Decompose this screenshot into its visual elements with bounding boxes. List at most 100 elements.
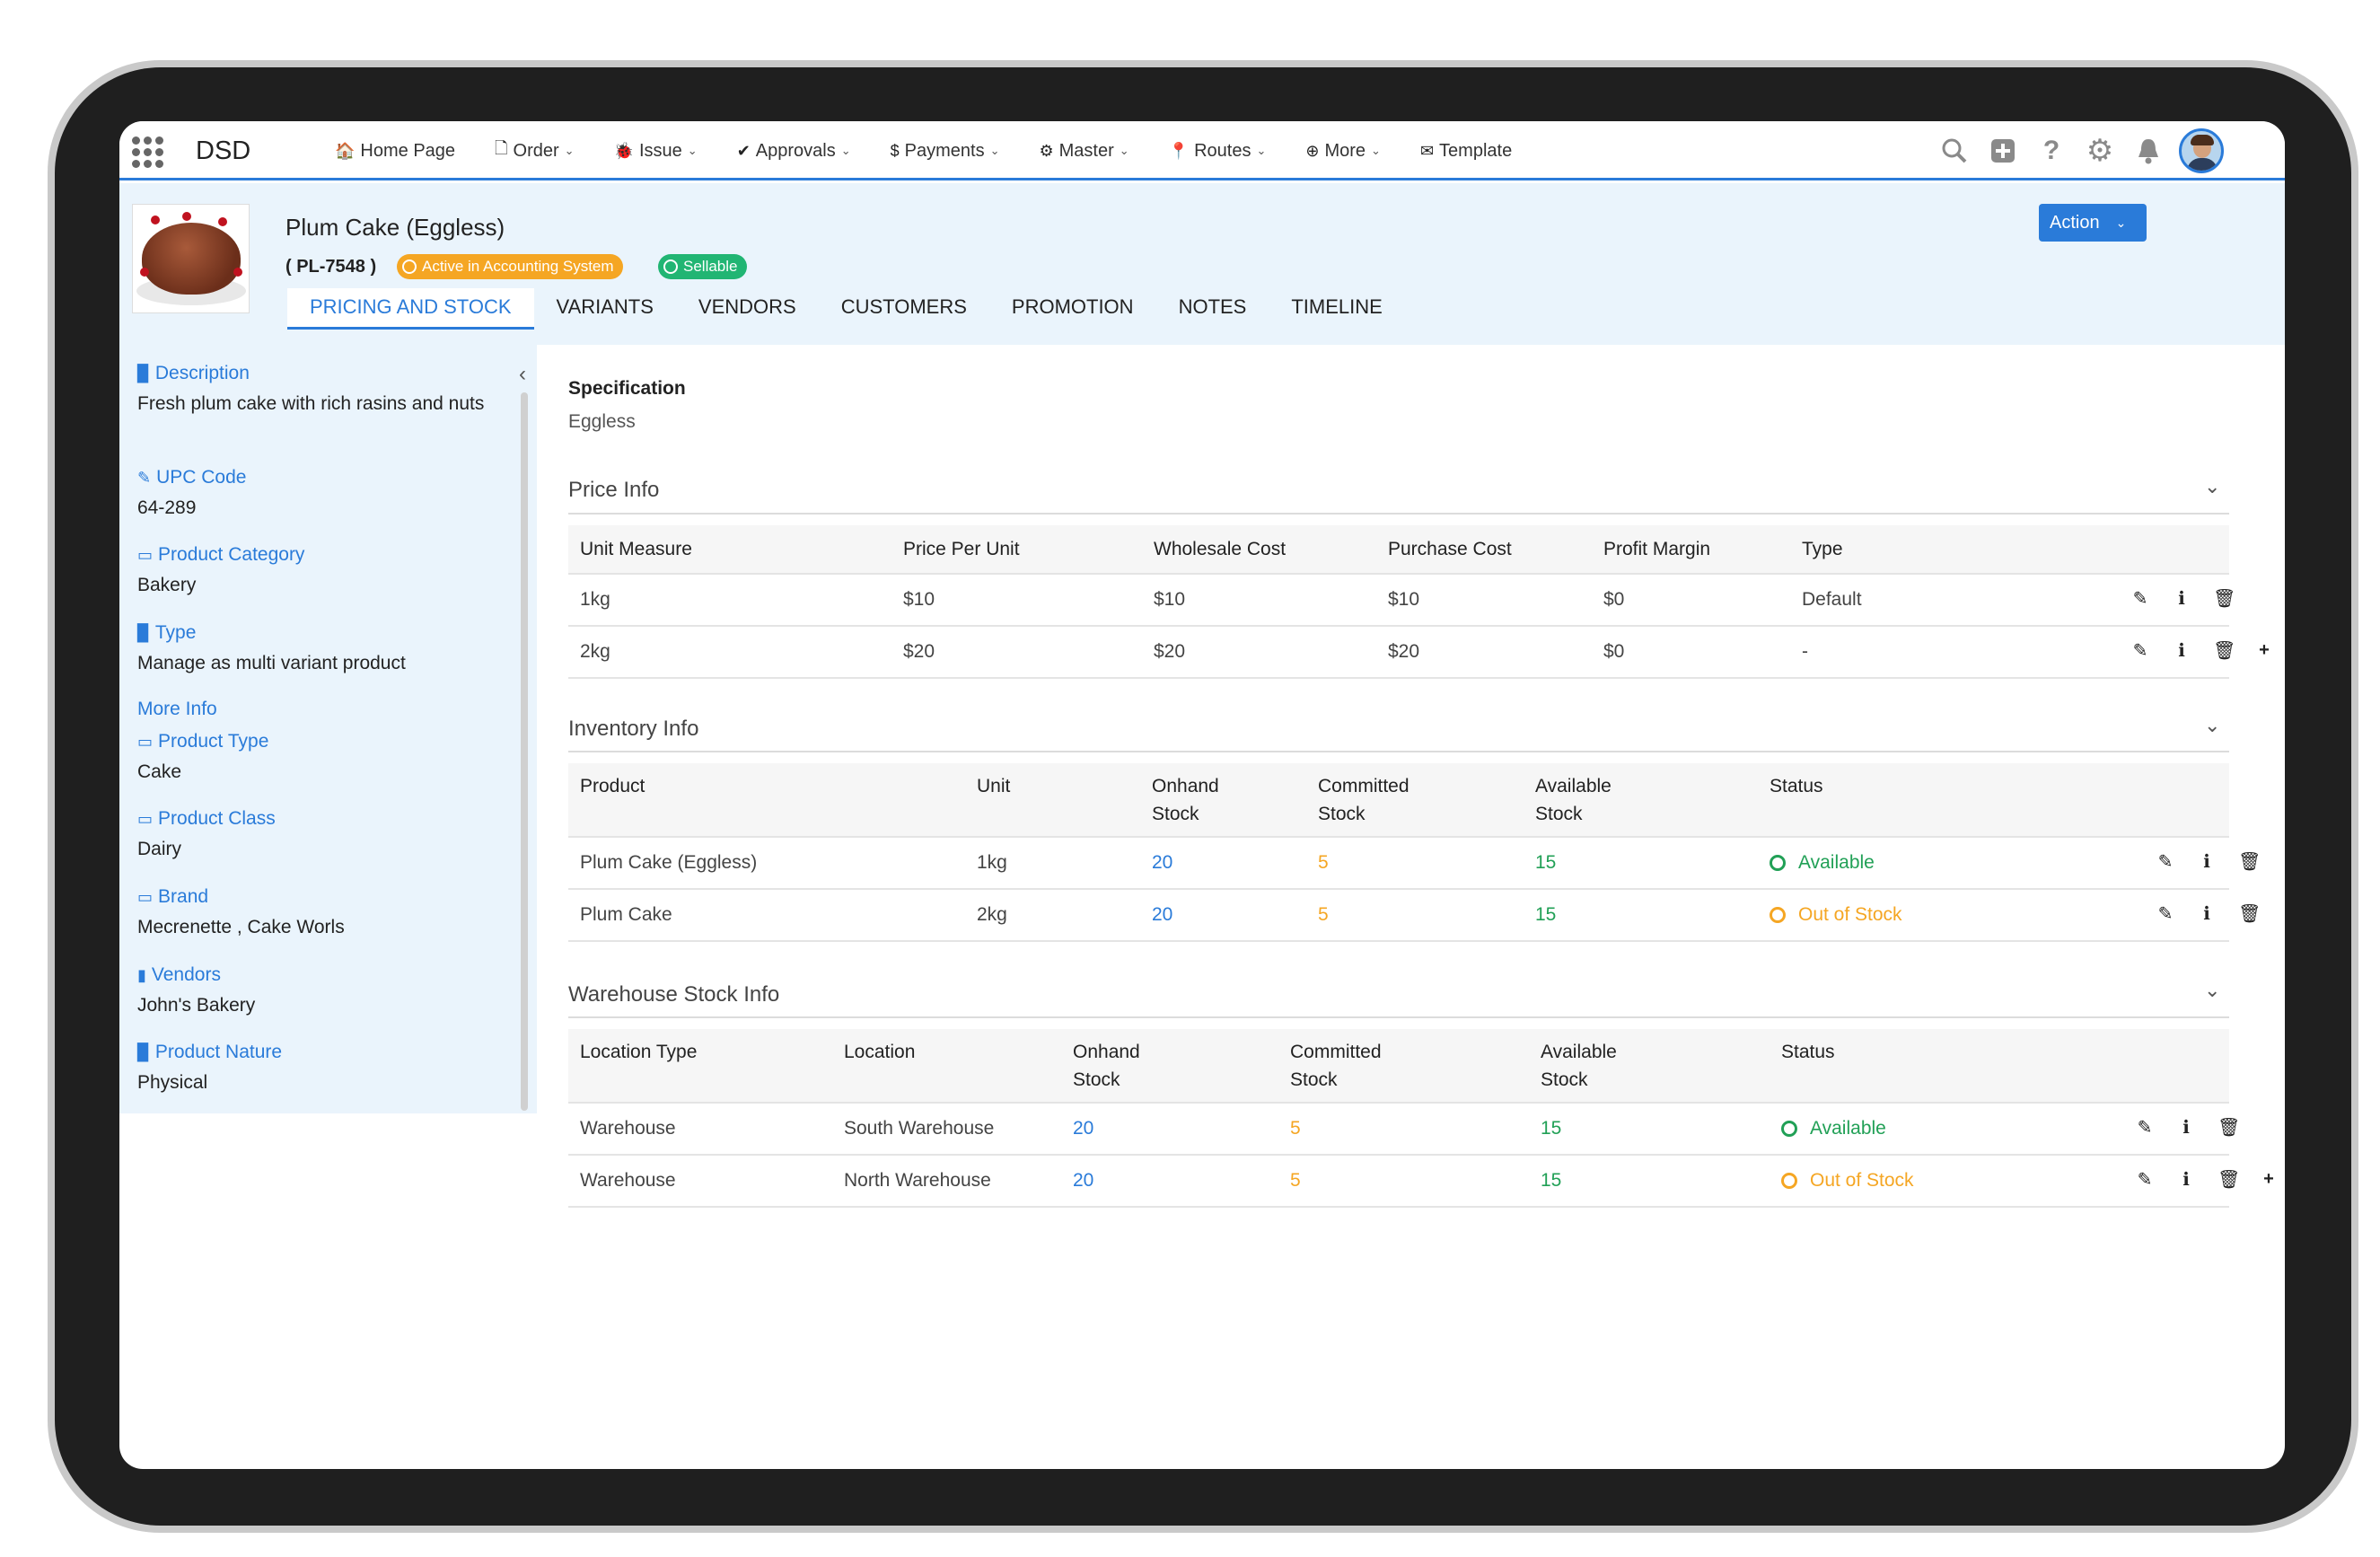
sidebar-category: ▭ Product Category Bakery <box>137 544 305 595</box>
nav-item-home-page[interactable]: 🏠 Home Page <box>335 141 455 162</box>
chevron-down-icon: ⌄ <box>564 144 575 157</box>
chevron-down-icon: ⌄ <box>2115 215 2127 230</box>
edit-icon[interactable]: ✎ <box>2135 1168 2155 1191</box>
trash-icon[interactable]: 🗑 <box>2213 587 2235 610</box>
chevron-down-icon: ⌄ <box>840 144 851 157</box>
column-header: Purchase Cost <box>1388 539 1512 559</box>
add-row-icon[interactable]: + <box>2259 1169 2279 1190</box>
nav-item-label: Approvals <box>755 140 836 161</box>
sellable-badge: Sellable <box>658 254 747 279</box>
info-icon[interactable]: ℹ <box>2176 1116 2196 1139</box>
action-button[interactable]: Action ⌄ <box>2039 204 2147 242</box>
inventory-table-header: Product Unit Onhand Stock Committed Stoc… <box>568 763 2229 838</box>
gear-icon: ⚙ <box>1039 141 1054 160</box>
search-icon[interactable] <box>1936 133 1972 169</box>
warehouse-table-header: Location Type Location Onhand Stock Comm… <box>568 1029 2229 1104</box>
main-menu: 🏠 Home Page 🗋 Order ⌄ 🐞 Issue ⌄ ✔ Approvals ⌄ $ Paym… <box>335 121 1551 180</box>
product-tabs: PRICING AND STOCK VARIANTS VENDORS CUSTOMER… <box>287 288 1405 330</box>
accounting-status-badge: Active in Accounting System <box>397 254 623 279</box>
home-icon: 🏠 <box>335 141 356 160</box>
price-info-collapse-icon[interactable]: ⌄ <box>2204 475 2220 498</box>
add-row-icon[interactable]: + <box>2254 640 2274 661</box>
notification-bell-icon[interactable] <box>2130 133 2166 169</box>
nav-item-master[interactable]: ⚙ Master ⌄ <box>1040 141 1129 162</box>
tab-variants[interactable]: VARIANTS <box>534 288 676 330</box>
trash-icon[interactable]: 🗑 <box>2238 902 2261 925</box>
more-info-link[interactable]: More Info <box>137 699 217 720</box>
column-header: Wholesale Cost <box>1154 539 1287 559</box>
edit-icon[interactable]: ✎ <box>2135 1116 2155 1139</box>
briefcase-icon: ▭ <box>137 545 154 564</box>
trash-icon[interactable]: 🗑 <box>2213 639 2235 662</box>
nav-item-label: Routes <box>1194 140 1251 161</box>
app-screen: DSD 🏠 Home Page 🗋 Order ⌄ 🐞 Issue ⌄ ✔ Approvals ⌄ $… <box>119 121 2285 1469</box>
tab-customers[interactable]: CUSTOMERS <box>819 288 989 330</box>
sidebar-description: ▉ Description Fresh plum cake with rich r… <box>137 363 485 414</box>
add-square-icon[interactable] <box>1985 133 2021 169</box>
tab-pricing-and-stock[interactable]: PRICING AND STOCK <box>287 288 534 330</box>
trash-icon[interactable]: 🗑 <box>2218 1168 2240 1191</box>
table-row: Warehouse North Warehouse 20 5 15 Out of… <box>568 1156 2274 1208</box>
nav-item-issue[interactable]: 🐞 Issue ⌄ <box>614 141 698 162</box>
info-icon[interactable]: ℹ <box>2176 1168 2196 1191</box>
user-avatar[interactable] <box>2179 128 2224 173</box>
plus-circle-icon: ⊕ <box>1305 141 1320 160</box>
table-row: Warehouse South Warehouse 20 5 15 Availa… <box>568 1104 2240 1156</box>
table-row: Plum Cake 2kg 20 5 15 Out of Stock ✎ ℹ 🗑 <box>568 890 2261 942</box>
nav-item-label: Home Page <box>360 140 456 161</box>
info-icon[interactable]: ℹ <box>2197 850 2217 873</box>
nav-item-approvals[interactable]: ✔ Approvals ⌄ <box>737 141 851 162</box>
divider <box>568 751 2229 752</box>
inventory-info-collapse-icon[interactable]: ⌄ <box>2204 714 2220 737</box>
info-icon[interactable]: ℹ <box>2197 902 2217 925</box>
bug-icon: 🐞 <box>613 141 634 160</box>
column-header: Location Type <box>580 1042 698 1062</box>
nav-item-label: Order <box>513 140 559 161</box>
nav-item-payments[interactable]: $ Payments ⌄ <box>891 141 1000 162</box>
collapse-sidebar-icon[interactable]: ‹ <box>519 362 526 387</box>
status-out-of-stock: Out of Stock <box>1781 1170 1914 1192</box>
warehouse-info-collapse-icon[interactable]: ⌄ <box>2204 979 2220 1002</box>
column-header: Product <box>580 776 645 796</box>
briefcase-icon: ▭ <box>137 732 154 751</box>
file-icon: ▉ <box>137 1042 150 1061</box>
nav-item-label: Payments <box>904 140 985 161</box>
chevron-down-icon: ⌄ <box>1371 144 1381 157</box>
settings-gear-icon[interactable]: ⚙ <box>2082 133 2118 169</box>
trash-icon[interactable]: 🗑 <box>2218 1116 2240 1139</box>
nav-item-order[interactable]: 🗋 Order ⌄ <box>495 137 575 164</box>
tab-notes[interactable]: NOTES <box>1156 288 1269 330</box>
top-navigation-bar: DSD 🏠 Home Page 🗋 Order ⌄ 🐞 Issue ⌄ ✔ Approvals ⌄ $… <box>119 121 2285 180</box>
table-row: 2kg $20 $20 $20 $0 - ✎ ℹ 🗑 + <box>568 627 2270 679</box>
sidebar-upc: ✎ UPC Code 64-289 <box>137 467 247 518</box>
nav-item-template[interactable]: ✉ Template <box>1420 141 1512 162</box>
product-details-sidebar: ▉ Description Fresh plum cake with rich r… <box>119 345 537 1113</box>
column-header: Available Stock <box>1535 776 1612 824</box>
help-icon[interactable]: ? <box>2033 133 2069 169</box>
edit-icon[interactable]: ✎ <box>2130 639 2150 662</box>
tab-timeline[interactable]: TIMELINE <box>1269 288 1404 330</box>
sidebar-scrollbar[interactable] <box>521 392 528 1111</box>
info-icon[interactable]: ℹ <box>2172 639 2191 662</box>
column-header: Status <box>1770 776 1823 796</box>
edit-icon[interactable]: ✎ <box>2130 587 2150 610</box>
check-icon: ✔ <box>736 141 751 160</box>
tab-vendors[interactable]: VENDORS <box>676 288 819 330</box>
file-icon: ▉ <box>137 364 150 383</box>
price-table-header: Unit Measure Price Per Unit Wholesale Co… <box>568 525 2229 575</box>
tab-promotion[interactable]: PROMOTION <box>989 288 1156 330</box>
nav-item-label: Issue <box>638 140 682 161</box>
column-header: Profit Margin <box>1603 539 1711 559</box>
nav-item-more[interactable]: ⊕ More ⌄ <box>1305 141 1381 162</box>
edit-icon[interactable]: ✎ <box>2156 902 2175 925</box>
info-icon[interactable]: ℹ <box>2172 587 2191 610</box>
document-icon: 🗋 <box>495 139 508 157</box>
edit-icon[interactable]: ✎ <box>2156 850 2175 873</box>
status-available: Available <box>1770 852 1875 874</box>
app-launcher-icon[interactable] <box>132 136 164 169</box>
price-info-title: Price Info <box>568 478 660 502</box>
nav-item-routes[interactable]: 📍 Routes ⌄ <box>1169 141 1267 162</box>
trash-icon[interactable]: 🗑 <box>2238 850 2261 873</box>
column-header: Onhand Stock <box>1073 1042 1140 1090</box>
column-header: Location <box>844 1042 916 1062</box>
